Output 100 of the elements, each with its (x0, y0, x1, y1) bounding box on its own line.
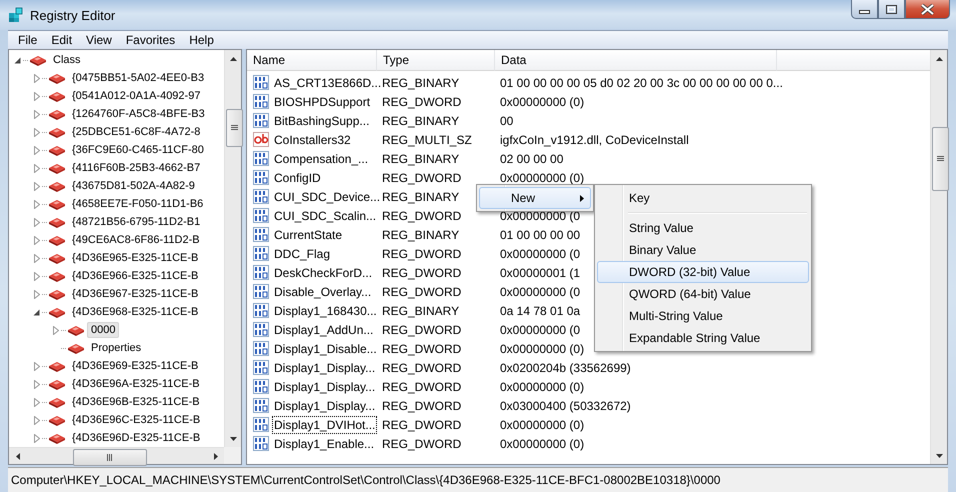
value-name[interactable]: CurrentState (272, 226, 344, 244)
menu-item[interactable]: File (11, 33, 44, 47)
left-arrow-icon (16, 453, 20, 460)
value-type: REG_DWORD (382, 246, 462, 260)
scroll-thumb[interactable] (73, 449, 147, 466)
expanded-arrow-icon[interactable] (33, 308, 40, 316)
collapsed-arrow-icon[interactable] (34, 218, 40, 226)
collapsed-arrow-icon[interactable] (34, 290, 40, 298)
collapsed-arrow-icon[interactable] (34, 164, 40, 172)
tree-item[interactable]: {4D36E96A-E325-11CE-B (68, 376, 204, 392)
value-name[interactable]: CoInstallers32 (272, 130, 353, 148)
value-name[interactable]: CUI_SDC_Device... (272, 188, 382, 206)
grip-icon (107, 454, 113, 461)
folder-icon (67, 342, 85, 354)
value-name[interactable]: Display1_Display... (272, 378, 378, 396)
tree-item[interactable]: {4D36E967-E325-11CE-B (68, 286, 202, 302)
scroll-thumb[interactable] (932, 127, 949, 191)
tree-item[interactable]: {36FC9E60-C465-11CF-80 (68, 142, 208, 158)
scroll-thumb[interactable] (226, 109, 243, 147)
value-data: 0x00000001 (1 (500, 266, 580, 280)
tree-item[interactable]: {25DBCE51-6C8F-4A72-8 (68, 124, 204, 140)
collapsed-arrow-icon[interactable] (34, 398, 40, 406)
value-name[interactable]: CUI_SDC_Scalin... (272, 206, 378, 224)
tree-item[interactable]: {1264760F-A5C8-4BFE-B3 (68, 106, 209, 122)
menu-item[interactable]: Favorites (118, 33, 182, 47)
collapsed-arrow-icon[interactable] (34, 416, 40, 424)
menu-item[interactable]: QWORD (64-bit) Value (597, 283, 809, 305)
minimize-button[interactable] (851, 0, 878, 19)
tree-item[interactable]: {0475BB51-5A02-4EE0-B3 (68, 70, 208, 86)
binary-value-icon (253, 284, 269, 299)
menu-item[interactable]: Help (182, 33, 221, 47)
collapsed-arrow-icon[interactable] (34, 200, 40, 208)
maximize-button[interactable] (878, 0, 905, 19)
value-name[interactable]: BitBashingSupp... (272, 112, 372, 130)
tree-item[interactable]: {4D36E96B-E325-11CE-B (68, 394, 204, 410)
menu-item[interactable]: DWORD (32-bit) Value (597, 261, 809, 283)
tree-item[interactable]: {4116F60B-25B3-4662-B7 (68, 160, 204, 176)
tree-item[interactable]: {49CE6AC8-6F86-11D2-B (68, 232, 204, 248)
column-header[interactable]: Name (247, 50, 377, 71)
value-name[interactable]: DDC_Flag (272, 244, 332, 262)
menu-item[interactable]: Binary Value (597, 239, 809, 261)
value-name[interactable]: AS_CRT13E866D... (272, 74, 384, 92)
collapsed-arrow-icon[interactable] (34, 362, 40, 370)
column-header[interactable]: Data (495, 50, 777, 71)
tree-item[interactable]: {4658EE7E-F050-11D1-B6 (68, 196, 208, 212)
column-header[interactable]: Type (377, 50, 495, 71)
tree-item[interactable]: {4D36E96C-E325-11CE-B (68, 412, 204, 428)
value-name[interactable]: Disable_Overlay... (272, 282, 374, 300)
collapsed-arrow-icon[interactable] (34, 74, 40, 82)
menu-item[interactable]: Multi-String Value (597, 305, 809, 327)
menu-item[interactable]: View (79, 33, 119, 47)
value-name[interactable]: BIOSHPDSupport (272, 92, 372, 110)
value-name[interactable]: Display1_Disable... (272, 340, 379, 358)
collapsed-arrow-icon[interactable] (34, 128, 40, 136)
folder-icon (48, 270, 66, 282)
collapsed-arrow-icon[interactable] (34, 146, 40, 154)
tree-item[interactable]: {4D36E966-E325-11CE-B (68, 268, 202, 284)
value-name[interactable]: Compensation_... (272, 150, 370, 168)
value-name[interactable]: ConfigID (272, 168, 323, 186)
menu-item[interactable]: Edit (44, 33, 80, 47)
menu-item[interactable]: String Value (597, 217, 809, 239)
value-name[interactable]: Display1_Display... (272, 396, 378, 414)
folder-icon (48, 72, 66, 84)
expanded-arrow-icon[interactable] (14, 56, 21, 64)
tree-item[interactable]: {43675D81-502A-4A82-9 (68, 178, 199, 194)
binary-value-icon (253, 322, 269, 337)
value-name[interactable]: Display1_168430... (272, 302, 379, 320)
value-name[interactable]: Display1_AddUn... (272, 320, 376, 338)
collapsed-arrow-icon[interactable] (34, 236, 40, 244)
menu-item[interactable]: New (479, 187, 591, 209)
tree-item[interactable]: Class (49, 52, 85, 68)
binary-value-icon (253, 265, 269, 280)
close-button[interactable] (905, 0, 950, 19)
value-type: REG_DWORD (382, 418, 462, 432)
menu-item[interactable]: Expandable String Value (597, 327, 809, 349)
maximize-icon (886, 4, 897, 14)
value-data: 0a 14 78 01 0a (500, 304, 580, 318)
tree-item[interactable]: Properties (87, 340, 146, 356)
tree-item[interactable]: {4D36E968-E325-11CE-B (68, 304, 202, 320)
binary-value-icon (253, 360, 269, 375)
value-name[interactable]: Display1_Enable... (272, 434, 376, 452)
collapsed-arrow-icon[interactable] (34, 92, 40, 100)
tree-item[interactable]: {48721B56-6795-11D2-B1 (68, 214, 204, 230)
collapsed-arrow-icon[interactable] (34, 254, 40, 262)
collapsed-arrow-icon[interactable] (52, 326, 58, 334)
collapsed-arrow-icon[interactable] (34, 182, 40, 190)
collapsed-arrow-icon[interactable] (34, 272, 40, 280)
collapsed-arrow-icon[interactable] (34, 110, 40, 118)
collapsed-arrow-icon[interactable] (34, 380, 40, 388)
tree-item[interactable]: 0000 (87, 322, 120, 338)
binary-value-icon (253, 417, 269, 432)
collapsed-arrow-icon[interactable] (34, 434, 40, 442)
tree-item[interactable]: {4D36E969-E325-11CE-B (68, 358, 202, 374)
menu-item[interactable]: Key (597, 187, 809, 209)
value-name[interactable]: Display1_DVIHot... (272, 416, 378, 434)
value-name[interactable]: Display1_Display... (272, 358, 378, 376)
tree-item[interactable]: {4D36E96D-E325-11CE-B (68, 430, 204, 446)
tree-item[interactable]: {4D36E965-E325-11CE-B (68, 250, 202, 266)
tree-item[interactable]: {0541A012-0A1A-4092-97 (68, 88, 204, 104)
value-name[interactable]: DeskCheckForD... (272, 264, 374, 282)
